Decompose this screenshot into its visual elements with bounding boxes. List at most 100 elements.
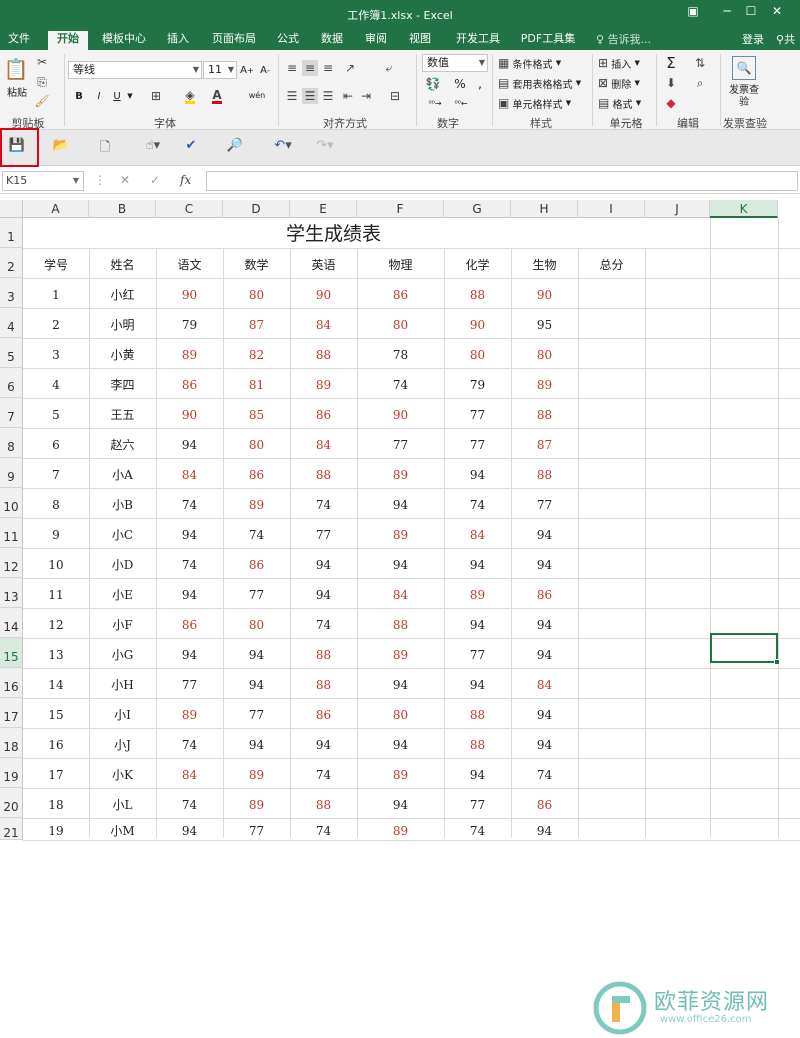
merge-center-icon[interactable]: ⊟ (384, 88, 406, 104)
row-header-3[interactable]: 3 (0, 278, 23, 308)
table-cell[interactable]: 94 (444, 548, 511, 578)
shrink-font-icon[interactable]: A- (258, 61, 272, 79)
row-header-18[interactable]: 18 (0, 728, 23, 758)
underline-button[interactable]: U (110, 88, 124, 104)
table-cell[interactable]: 86 (156, 608, 223, 638)
table-cell[interactable]: 87 (223, 308, 290, 338)
table-cell[interactable]: 小K (89, 758, 156, 788)
share-button[interactable]: ⚲共 (776, 31, 795, 47)
table-cell[interactable]: 74 (444, 818, 511, 840)
table-cell[interactable]: 小J (89, 728, 156, 758)
table-cell[interactable]: 17 (23, 758, 89, 788)
row-header-14[interactable]: 14 (0, 608, 23, 638)
table-cell[interactable]: 80 (511, 338, 578, 368)
table-cell[interactable]: 94 (511, 638, 578, 668)
table-cell[interactable]: 77 (511, 488, 578, 518)
autosum-icon[interactable]: Σ (660, 54, 682, 72)
align-left-icon[interactable]: ☰ (284, 88, 300, 104)
table-cell[interactable]: 94 (511, 698, 578, 728)
column-header-k[interactable]: K (710, 200, 778, 218)
delete-cells-button[interactable]: ⊠ 删除 ▼ (598, 75, 650, 91)
table-cell[interactable]: 小G (89, 638, 156, 668)
table-cell[interactable]: 80 (223, 278, 290, 308)
row-header-13[interactable]: 13 (0, 578, 23, 608)
align-bottom-icon[interactable]: ≡ (320, 60, 336, 76)
table-cell[interactable]: 8 (23, 488, 89, 518)
table-cell[interactable]: 74 (290, 608, 357, 638)
column-heading[interactable]: 姓名 (89, 248, 156, 278)
table-cell[interactable]: 89 (357, 638, 444, 668)
new-document-icon[interactable]: 🗋 (94, 138, 116, 158)
table-cell[interactable]: 94 (511, 728, 578, 758)
tab-formulas[interactable]: 公式 (272, 31, 304, 50)
paste-icon[interactable]: 📋 (4, 54, 29, 84)
table-cell[interactable]: 94 (357, 548, 444, 578)
maximize-button[interactable]: ☐ (740, 4, 762, 24)
tab-home[interactable]: 开始 (48, 31, 88, 50)
table-cell[interactable]: 74 (290, 758, 357, 788)
table-cell[interactable]: 88 (511, 398, 578, 428)
table-cell[interactable]: 12 (23, 608, 89, 638)
table-cell[interactable]: 11 (23, 578, 89, 608)
row-header-1[interactable]: 1 (0, 218, 23, 248)
table-cell[interactable]: 77 (156, 668, 223, 698)
conditional-format-button[interactable]: ▦ 条件格式 ▼ (498, 55, 584, 71)
table-cell[interactable]: 小红 (89, 278, 156, 308)
table-cell[interactable]: 15 (23, 698, 89, 728)
font-name-select[interactable]: 等线 ▼ (68, 61, 202, 79)
table-cell[interactable]: 77 (444, 398, 511, 428)
table-cell[interactable]: 4 (23, 368, 89, 398)
table-cell[interactable]: 74 (156, 548, 223, 578)
table-cell[interactable]: 88 (290, 638, 357, 668)
table-cell[interactable]: 94 (156, 518, 223, 548)
row-header-10[interactable]: 10 (0, 488, 23, 518)
invoice-check-icon[interactable]: 🔍 (732, 56, 756, 80)
column-heading[interactable]: 数学 (223, 248, 290, 278)
row-header-17[interactable]: 17 (0, 698, 23, 728)
copy-icon[interactable]: ⎘ (34, 74, 50, 90)
table-cell[interactable]: 90 (156, 278, 223, 308)
decrease-indent-icon[interactable]: ⇤ (340, 88, 356, 104)
table-cell[interactable]: 9 (23, 518, 89, 548)
table-cell[interactable]: 77 (223, 578, 290, 608)
table-cell[interactable]: 小黄 (89, 338, 156, 368)
table-cell[interactable]: 94 (444, 758, 511, 788)
table-cell[interactable]: 79 (156, 308, 223, 338)
table-cell[interactable]: 88 (290, 668, 357, 698)
increase-decimal-icon[interactable]: ⁰⁰→ (426, 96, 444, 110)
table-cell[interactable]: 小明 (89, 308, 156, 338)
table-cell[interactable]: 94 (357, 728, 444, 758)
table-cell[interactable]: 90 (511, 278, 578, 308)
table-cell[interactable]: 94 (156, 578, 223, 608)
table-cell[interactable]: 77 (290, 518, 357, 548)
table-cell[interactable]: 94 (290, 578, 357, 608)
table-cell[interactable]: 小B (89, 488, 156, 518)
worksheet-grid[interactable]: ABCDEFGHIJK 1 2 3 4 5 6 7 8 9 10 11 12 13 14 15 16 17 18 1… (0, 200, 800, 1035)
table-cell[interactable]: 90 (444, 308, 511, 338)
italic-button[interactable]: I (92, 88, 106, 104)
row-header-2[interactable]: 2 (0, 248, 23, 278)
sheet-title-cell[interactable]: 学生成绩表 (23, 218, 644, 248)
column-header-d[interactable]: D (223, 200, 290, 218)
row-header-7[interactable]: 7 (0, 398, 23, 428)
table-cell[interactable]: 94 (223, 728, 290, 758)
table-cell[interactable]: 89 (357, 518, 444, 548)
table-cell[interactable]: 94 (444, 668, 511, 698)
table-cell[interactable]: 赵六 (89, 428, 156, 458)
table-cell[interactable]: 86 (223, 548, 290, 578)
table-cell[interactable]: 89 (357, 758, 444, 788)
close-button[interactable]: ✕ (766, 4, 788, 24)
number-format-select[interactable]: 数值 ▼ (422, 54, 488, 72)
paste-button[interactable]: 粘贴 (4, 84, 30, 99)
table-cell[interactable]: 77 (223, 698, 290, 728)
table-cell[interactable]: 88 (290, 788, 357, 818)
table-cell[interactable]: 89 (223, 788, 290, 818)
print-preview-icon[interactable]: 🔎 (224, 138, 246, 158)
table-cell[interactable]: 14 (23, 668, 89, 698)
tab-pdf-tools[interactable]: PDF工具集 (516, 31, 580, 50)
table-cell[interactable]: 3 (23, 338, 89, 368)
row-header-9[interactable]: 9 (0, 458, 23, 488)
table-cell[interactable]: 86 (223, 458, 290, 488)
table-cell[interactable]: 94 (290, 728, 357, 758)
table-cell[interactable]: 89 (156, 698, 223, 728)
